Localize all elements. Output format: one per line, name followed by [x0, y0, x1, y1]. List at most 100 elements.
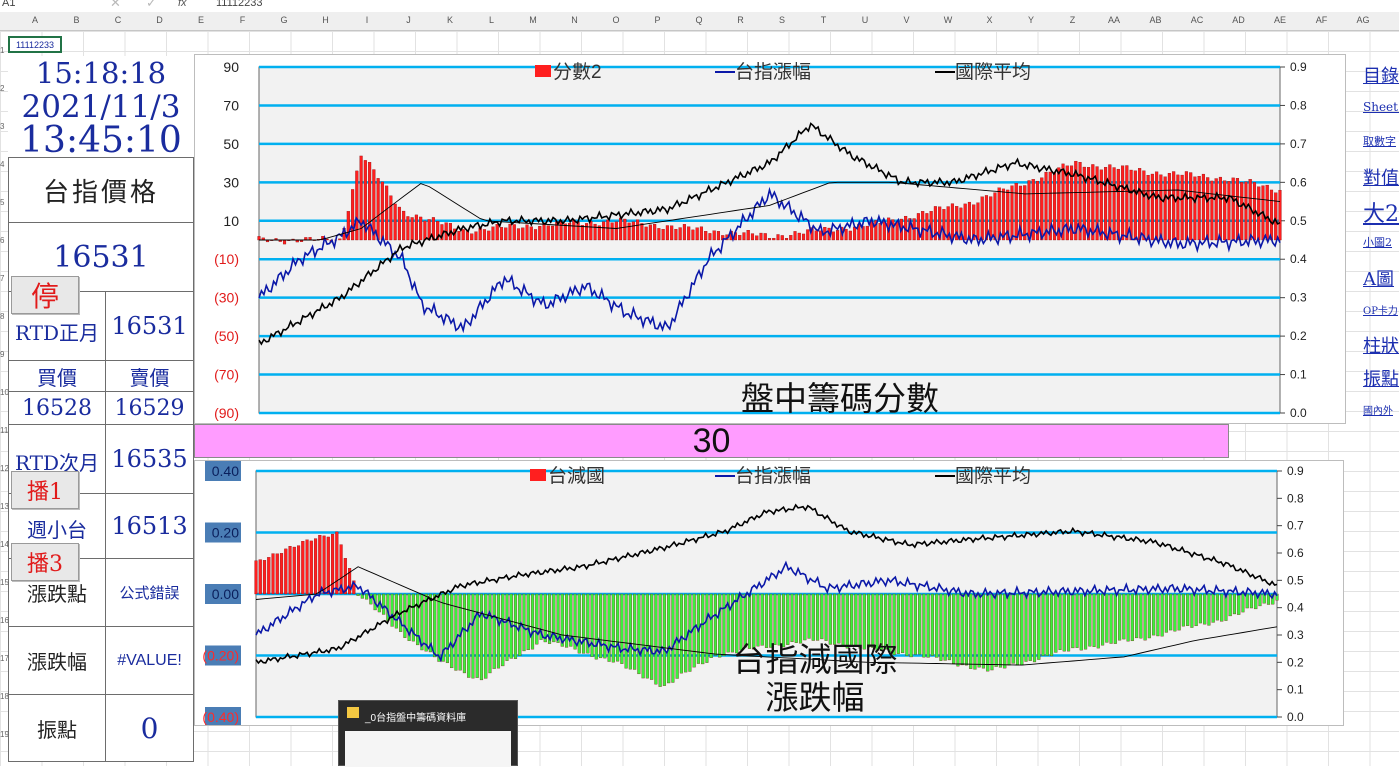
column-header-t[interactable]: T: [814, 15, 834, 25]
bar: [497, 594, 500, 668]
bar: [803, 594, 806, 640]
column-header-ad[interactable]: AD: [1229, 15, 1249, 25]
side-link-big2[interactable]: 大2: [1363, 196, 1399, 228]
y-left-tick-label: (0.20): [202, 648, 239, 664]
bar: [1233, 594, 1236, 614]
column-header-b[interactable]: B: [67, 15, 87, 25]
row-header-13[interactable]: 13: [0, 502, 9, 511]
row-header-14[interactable]: 14: [0, 540, 9, 549]
bar: [259, 560, 262, 594]
legend-label: 國際平均: [955, 465, 1031, 487]
bar: [338, 239, 341, 240]
column-header-ae[interactable]: AE: [1270, 15, 1290, 25]
bar: [1029, 594, 1032, 661]
row-header-12[interactable]: 12: [0, 464, 9, 473]
taskbar-preview[interactable]: _0台指盤中籌碼資料庫: [338, 700, 518, 766]
column-header-p[interactable]: P: [648, 15, 668, 25]
column-header-v[interactable]: V: [897, 15, 917, 25]
column-header-aa[interactable]: AA: [1104, 15, 1124, 25]
play3-button[interactable]: 播3: [11, 543, 79, 581]
column-header-c[interactable]: C: [108, 15, 128, 25]
y-left-tick-label: (30): [214, 290, 239, 306]
side-link-bar-chart[interactable]: 柱狀: [1363, 332, 1399, 358]
row-header-16[interactable]: 16: [0, 616, 9, 625]
column-header-q[interactable]: Q: [689, 15, 709, 25]
column-header-g[interactable]: G: [274, 15, 294, 25]
bar: [774, 594, 777, 645]
row-header-1[interactable]: 1: [0, 46, 4, 55]
bar: [1164, 177, 1167, 240]
column-header-s[interactable]: S: [772, 15, 792, 25]
row-header-15[interactable]: 15: [0, 578, 9, 587]
side-link-sheet1[interactable]: Sheet1: [1363, 100, 1399, 114]
row-header-8[interactable]: 8: [0, 312, 4, 321]
bar: [1033, 594, 1036, 662]
row-header-19[interactable]: 19: [0, 730, 9, 739]
play1-button[interactable]: 播1: [11, 471, 79, 509]
bar: [1080, 594, 1083, 650]
bar: [1181, 175, 1184, 240]
column-header-z[interactable]: Z: [1063, 15, 1083, 25]
column-header-m[interactable]: M: [523, 15, 543, 25]
bar: [751, 234, 754, 240]
row-header-7[interactable]: 7: [0, 274, 4, 283]
cancel-icon[interactable]: ✕: [110, 0, 121, 11]
side-link-domestic-foreign[interactable]: 國內外: [1363, 402, 1399, 417]
column-header-n[interactable]: N: [565, 15, 585, 25]
column-header-w[interactable]: W: [938, 15, 958, 25]
chip-score-chart[interactable]: 9070503010(10)(30)(50)(70)(90)0.90.80.70…: [194, 54, 1346, 424]
column-header-o[interactable]: O: [606, 15, 626, 25]
column-header-f[interactable]: F: [233, 15, 253, 25]
column-header-ab[interactable]: AB: [1146, 15, 1166, 25]
side-link-op-card[interactable]: OP卡力: [1363, 302, 1399, 317]
bar: [1101, 594, 1104, 645]
legend-swatch: [535, 65, 551, 77]
bar: [999, 594, 1002, 667]
formula-input[interactable]: 11112233: [216, 0, 263, 9]
bar: [628, 223, 631, 240]
bar: [816, 594, 819, 640]
column-header-af[interactable]: AF: [1312, 15, 1332, 25]
side-link-compare[interactable]: 對值: [1363, 164, 1399, 190]
column-header-i[interactable]: I: [357, 15, 377, 25]
side-link-amplitude[interactable]: 振點: [1363, 365, 1399, 391]
row-header-3[interactable]: 3: [0, 122, 4, 131]
row-header-6[interactable]: 6: [0, 236, 4, 245]
tw-minus-intl-chart[interactable]: 0.400.200.00(0.20)(0.40)0.90.80.70.60.50…: [194, 460, 1344, 726]
bar: [487, 231, 490, 240]
side-link-index[interactable]: 目錄: [1363, 62, 1399, 88]
row-header-4[interactable]: 4: [0, 160, 4, 169]
column-header-u[interactable]: U: [855, 15, 875, 25]
column-header-ac[interactable]: AC: [1187, 15, 1207, 25]
cell-a1[interactable]: 11112233: [8, 36, 62, 53]
name-box[interactable]: A1: [2, 0, 15, 9]
column-header-r[interactable]: R: [731, 15, 751, 25]
row-header-11[interactable]: 11: [0, 426, 8, 435]
check-icon[interactable]: ✓: [146, 0, 157, 11]
column-header-x[interactable]: X: [980, 15, 1000, 25]
row-header-5[interactable]: 5: [0, 198, 4, 207]
bar: [785, 238, 788, 240]
row-header-10[interactable]: 10: [0, 388, 9, 397]
side-link-small-chart2[interactable]: 小圖2: [1363, 234, 1399, 250]
column-header-l[interactable]: L: [482, 15, 502, 25]
column-header-d[interactable]: D: [150, 15, 170, 25]
row-header-17[interactable]: 17: [0, 654, 9, 663]
bar: [335, 532, 338, 594]
row-header-18[interactable]: 18: [0, 692, 9, 701]
column-header-y[interactable]: Y: [1021, 15, 1041, 25]
column-header-j[interactable]: J: [399, 15, 419, 25]
side-link-a-chart[interactable]: A圖: [1363, 265, 1399, 291]
row-header-9[interactable]: 9: [0, 350, 4, 359]
row-header-2[interactable]: 2: [0, 84, 4, 93]
column-header-ag[interactable]: AG: [1353, 15, 1373, 25]
function-icon[interactable]: fx: [178, 0, 187, 9]
side-link-get-number[interactable]: 取數字: [1363, 133, 1399, 149]
column-header-h[interactable]: H: [316, 15, 336, 25]
stop-button[interactable]: 停: [11, 276, 79, 314]
bar: [462, 229, 465, 240]
column-header-e[interactable]: E: [191, 15, 211, 25]
column-header-k[interactable]: K: [440, 15, 460, 25]
column-header-a[interactable]: A: [25, 15, 45, 25]
bar: [1240, 182, 1243, 240]
